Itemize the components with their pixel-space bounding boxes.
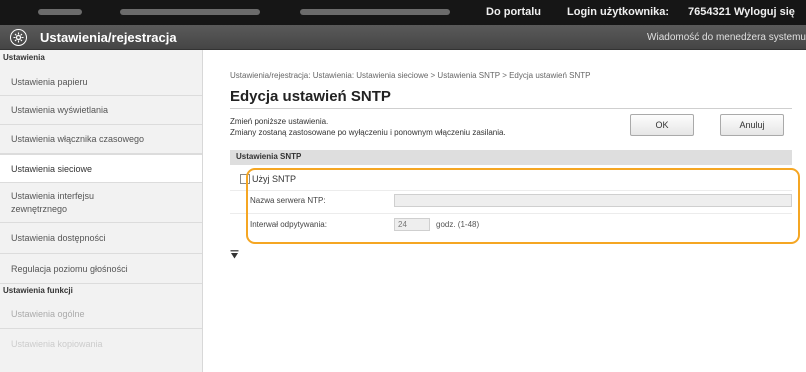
login-label: Login użytkownika:: [567, 6, 670, 18]
sidebar-item-copy[interactable]: Ustawienia kopiowania: [0, 329, 202, 358]
top-bar: Do portalu Login użytkownika: 7654321 Wy…: [0, 0, 806, 25]
settings-gear-icon: [10, 29, 27, 46]
sidebar-section-functions: Ustawienia funkcji: [0, 284, 202, 300]
sidebar-item-accessibility[interactable]: Ustawienia dostępności: [0, 223, 202, 254]
blurred-text: [120, 9, 260, 15]
sidebar-item-display[interactable]: Ustawienia wyświetlania: [0, 96, 202, 125]
blurred-text: [300, 9, 450, 15]
title-divider: [230, 108, 792, 109]
sidebar-item-paper[interactable]: Ustawienia papieru: [0, 68, 202, 96]
collapse-arrow-icon[interactable]: [230, 250, 239, 262]
logout-link[interactable]: Wyloguj się: [734, 6, 795, 18]
page-title: Edycja ustawień SNTP: [230, 88, 391, 105]
blurred-text: [38, 9, 82, 15]
title-bar: Ustawienia/rejestracja Wiadomość do mene…: [0, 25, 806, 50]
sidebar-item-volume[interactable]: Regulacja poziomu głośności: [0, 254, 202, 284]
app-title: Ustawienia/rejestracja: [40, 30, 177, 45]
sidebar-section-settings: Ustawienia: [0, 50, 202, 68]
sntp-section-header: Ustawienia SNTP: [230, 150, 792, 165]
description-line-2: Zmiany zostaną zastosowane po wyłączeniu…: [230, 128, 506, 137]
breadcrumb: Ustawienia/rejestracja: Ustawienia: Usta…: [230, 71, 591, 80]
sidebar-item-network[interactable]: Ustawienia sieciowe: [0, 154, 202, 183]
sidebar-item-timer[interactable]: Ustawienia włącznika czasowego: [0, 125, 202, 154]
login-id: 7654321: [688, 6, 731, 18]
sidebar-item-general[interactable]: Ustawienia ogólne: [0, 300, 202, 329]
highlight-frame: [246, 168, 800, 244]
sidebar: Ustawienia Ustawienia papieru Ustawienia…: [0, 50, 203, 372]
portal-link[interactable]: Do portalu: [486, 6, 541, 18]
cancel-button[interactable]: Anuluj: [720, 114, 784, 136]
admin-message-link[interactable]: Wiadomość do menedżera systemu: [647, 32, 806, 43]
description-line-1: Zmień poniższe ustawienia.: [230, 117, 329, 126]
ok-button[interactable]: OK: [630, 114, 694, 136]
sidebar-item-external-interface[interactable]: Ustawienia interfejsu zewnętrznego: [0, 183, 202, 223]
